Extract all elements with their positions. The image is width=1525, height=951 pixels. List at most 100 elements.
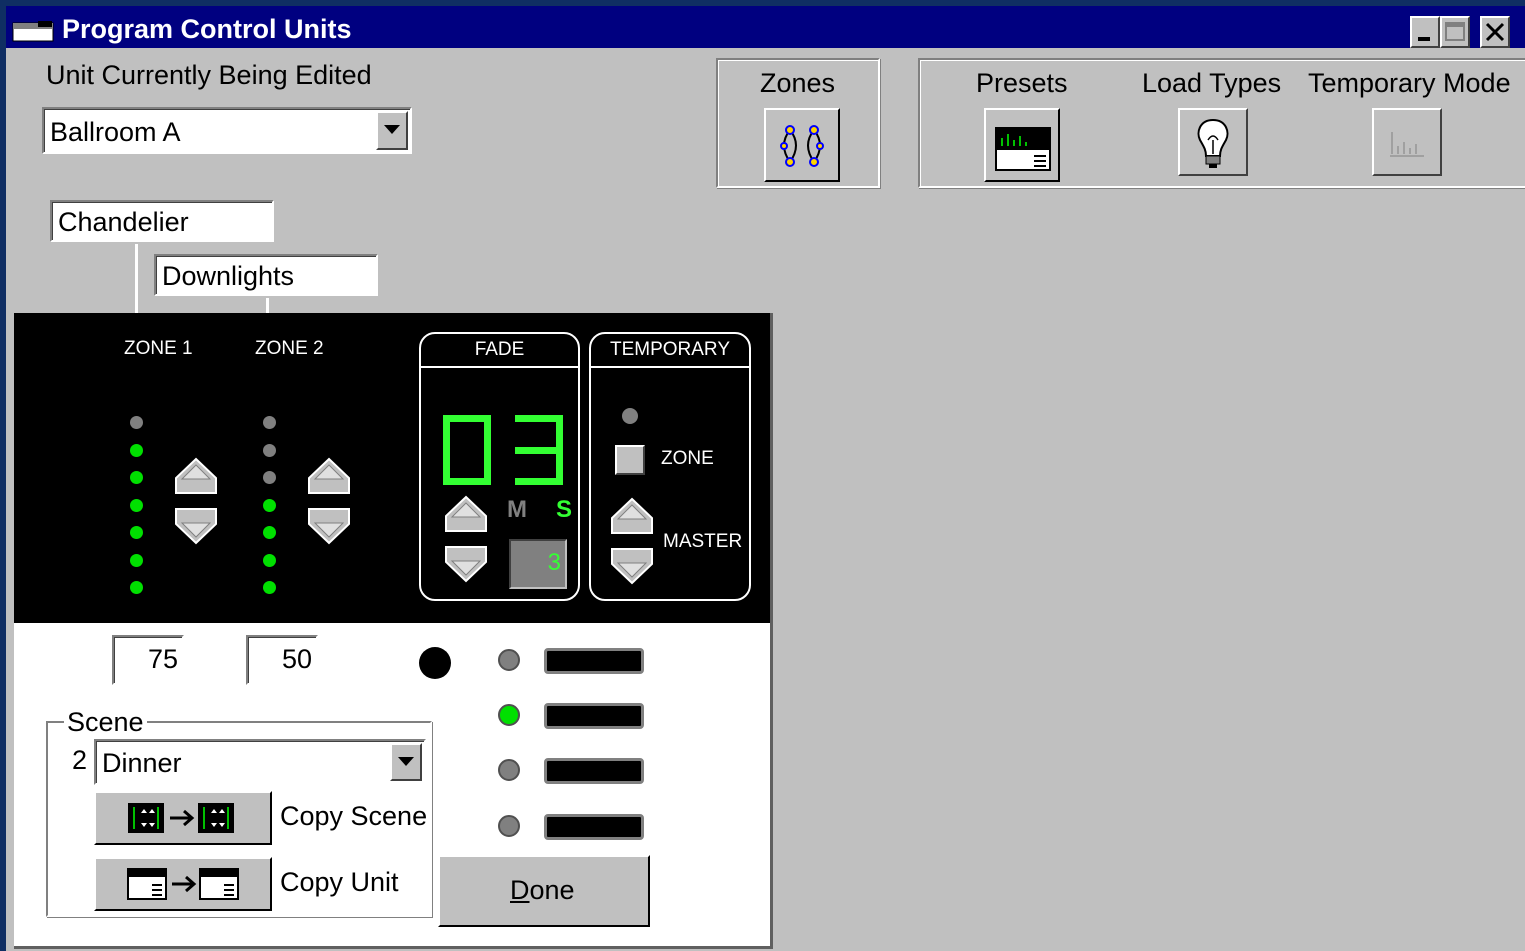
zone1-lower-button[interactable]: [173, 506, 219, 546]
done-label: Done: [510, 875, 575, 906]
zone1-led: [130, 526, 143, 539]
zone2-led: [263, 416, 276, 429]
zone2-connector: [266, 298, 269, 313]
fade-minutes-label: M: [507, 496, 527, 523]
scene-select-value: Dinner: [102, 748, 182, 778]
presets-icon: [995, 127, 1051, 171]
scene-indicator-led: [498, 649, 520, 671]
lightbulb-icon: [1197, 118, 1229, 168]
zone1-label: ZONE 1: [124, 338, 193, 359]
scene-group: Scene 2 Dinner Copy Scene Copy Unit: [46, 707, 432, 917]
control-unit-faceplate: ZONE 1 ZONE 2 FADE M S 3 TEMPORARY ZONE …: [14, 313, 770, 623]
scene-button[interactable]: [544, 648, 644, 674]
load-types-label: Load Types: [1142, 68, 1282, 98]
fade-frame: FADE M S 3: [419, 332, 580, 601]
scene-button[interactable]: [544, 703, 644, 729]
unit-dropdown-button[interactable]: [376, 111, 408, 150]
temporary-zone-button[interactable]: [615, 445, 645, 475]
zone1-led: [130, 443, 143, 457]
client-area: Unit Currently Being Edited Ballroom A Z…: [6, 48, 1525, 951]
scene-dropdown-button[interactable]: [390, 743, 422, 781]
zone1-connector: [135, 244, 138, 313]
scene-indicator-led: [498, 759, 520, 781]
zone1-led: [130, 553, 143, 567]
zone1-led: [130, 471, 143, 484]
done-button[interactable]: Done: [438, 855, 650, 927]
zone2-label: ZONE 2: [255, 338, 324, 359]
done-label-rest: one: [529, 875, 575, 905]
zone2-lower-button[interactable]: [306, 506, 352, 546]
fade-lower-button[interactable]: [443, 544, 489, 584]
unit-label: Unit Currently Being Edited: [46, 60, 372, 90]
fade-unit-value: 3: [547, 549, 561, 576]
scene-button[interactable]: [544, 758, 644, 784]
zone2-led: [263, 553, 276, 567]
title-bar[interactable]: Program Control Units: [6, 6, 1525, 48]
scene-off-indicator: [419, 647, 451, 679]
zone2-led: [263, 498, 276, 512]
close-button[interactable]: [1480, 16, 1510, 48]
temporary-zone-label: ZONE: [661, 448, 714, 469]
zones-group: Zones: [716, 58, 880, 188]
zones-label: Zones: [760, 68, 836, 98]
zone1-led: [130, 416, 143, 429]
temporary-mode-label: Temporary Mode: [1308, 68, 1511, 98]
zone2-raise-button[interactable]: [306, 456, 352, 496]
zone2-led: [263, 526, 276, 539]
copy-unit-icon: [127, 868, 239, 900]
app-icon: [12, 21, 54, 42]
temporary-mode-button[interactable]: [1372, 108, 1442, 176]
zone1-level-field[interactable]: 75: [112, 635, 184, 685]
temporary-mode-icon: [1390, 132, 1424, 157]
scene-number: 2: [72, 745, 88, 775]
temporary-label: TEMPORARY: [591, 334, 749, 368]
presets-group: Presets Load Types Temporary Mode: [918, 58, 1525, 188]
scene-button[interactable]: [544, 814, 644, 840]
scene-select[interactable]: Dinner: [94, 739, 426, 785]
temporary-raise-button[interactable]: [609, 496, 655, 536]
unit-select-value: Ballroom A: [50, 117, 181, 147]
zone1-led: [130, 581, 143, 594]
zones-button[interactable]: [764, 108, 840, 182]
program-control-units-window: Program Control Units Unit Currently Bei…: [0, 0, 1525, 951]
done-accelerator: D: [510, 875, 530, 905]
maximize-button[interactable]: [1440, 16, 1470, 48]
window-title: Program Control Units: [62, 14, 352, 44]
fade-unit-display: 3: [509, 539, 567, 589]
copy-unit-label: Copy Unit: [280, 867, 399, 897]
temporary-frame: TEMPORARY ZONE MASTER: [589, 332, 751, 601]
zone2-led: [263, 443, 276, 457]
presets-button[interactable]: [984, 108, 1060, 182]
zone2-level-field[interactable]: 50: [246, 635, 318, 685]
fade-raise-button[interactable]: [443, 494, 489, 534]
copy-scene-button[interactable]: [94, 791, 272, 845]
zone1-name-field[interactable]: Chandelier: [50, 200, 274, 242]
zone2-name-field[interactable]: Downlights: [154, 254, 378, 296]
load-types-button[interactable]: [1178, 108, 1248, 176]
zone1-name-text: Chandelier: [58, 207, 189, 237]
unit-select[interactable]: Ballroom A: [42, 107, 412, 154]
zones-icon: [780, 125, 824, 167]
copy-scene-icon: [128, 803, 234, 833]
temporary-master-label: MASTER: [663, 531, 743, 552]
minimize-icon: [1418, 37, 1430, 41]
copy-unit-button[interactable]: [94, 857, 272, 911]
zone2-name-text: Downlights: [162, 261, 295, 291]
zone1-led: [130, 498, 143, 512]
temporary-lower-button[interactable]: [609, 546, 655, 586]
fade-label: FADE: [421, 334, 578, 368]
minimize-button[interactable]: [1410, 16, 1440, 48]
control-unit-panel: ZONE 1 ZONE 2 FADE M S 3 TEMPORARY ZONE …: [14, 313, 773, 949]
fade-seconds-label: S: [556, 496, 573, 523]
presets-label: Presets: [976, 68, 1068, 98]
zone2-led: [263, 581, 276, 594]
scene-group-label: Scene: [64, 707, 147, 738]
temporary-indicator: [622, 408, 638, 424]
scene-indicator-led: [498, 704, 520, 726]
zone1-raise-button[interactable]: [173, 456, 219, 496]
scene-indicator-led: [498, 815, 520, 837]
close-icon: [1485, 22, 1505, 42]
copy-scene-label: Copy Scene: [280, 801, 428, 831]
zone2-led: [263, 471, 276, 484]
maximize-icon: [1445, 22, 1465, 41]
